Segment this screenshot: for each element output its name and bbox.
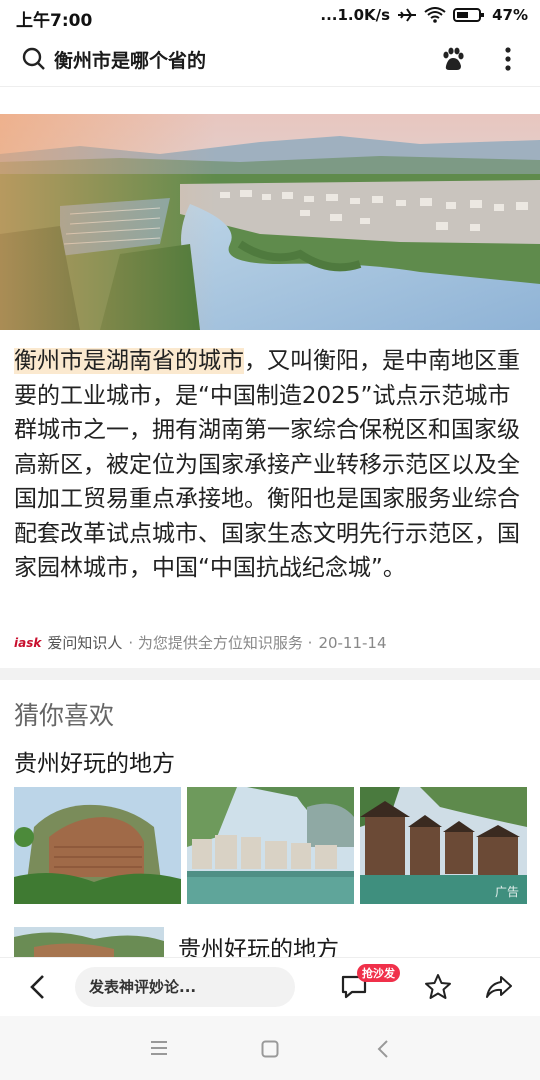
hero-image bbox=[0, 114, 540, 330]
search-input[interactable]: 衡州市是哪个省的 bbox=[54, 46, 206, 73]
ad-tag: 广告 bbox=[494, 885, 519, 899]
answer-body: ，又叫衡阳，是中南地区重要的工业城市，是“中国制造2025”试点示范城市群城市之… bbox=[14, 348, 520, 581]
thumbnail-3[interactable]: 广告 bbox=[360, 787, 527, 904]
search-icon[interactable] bbox=[22, 47, 46, 75]
search-bar[interactable]: 衡州市是哪个省的 bbox=[0, 34, 540, 87]
share-icon[interactable] bbox=[485, 973, 513, 1005]
thumbnail-2[interactable] bbox=[187, 787, 354, 904]
bottom-action-bar: 发表神评妙论... 抢沙发 bbox=[0, 957, 540, 1016]
answer-highlight: 衡州市是湖南省的城市 bbox=[14, 348, 244, 374]
source-line: iask 爱问知识人 · 为您提供全方位知识服务 · 20-11-14 bbox=[14, 632, 387, 653]
hot-badge: 抢沙发 bbox=[357, 964, 400, 982]
airplane-icon bbox=[397, 7, 417, 23]
favorite-star-icon[interactable] bbox=[424, 973, 452, 1005]
battery-icon bbox=[453, 7, 485, 23]
home-icon[interactable] bbox=[261, 1040, 279, 1062]
answer-text: 衡州市是湖南省的城市，又叫衡阳，是中南地区重要的工业城市，是“中国制造2025”… bbox=[14, 344, 528, 586]
baidu-paw-icon[interactable] bbox=[440, 46, 466, 76]
system-back-icon[interactable] bbox=[376, 1040, 390, 1062]
section-divider bbox=[0, 668, 540, 680]
recent-apps-icon[interactable] bbox=[150, 1040, 168, 1060]
status-icons: ...1.0K/s 47% bbox=[320, 6, 528, 24]
recommend-card-title[interactable]: 贵州好玩的地方 bbox=[14, 744, 175, 778]
status-time: 上午7:00 bbox=[16, 11, 93, 31]
back-arrow-icon[interactable] bbox=[28, 974, 48, 1004]
battery-level: 47% bbox=[492, 6, 528, 24]
wifi-icon bbox=[424, 7, 446, 23]
status-bar: 上午7:00 ...1.0K/s 47% bbox=[0, 0, 540, 34]
network-speed: ...1.0K/s bbox=[320, 6, 391, 24]
system-nav-bar bbox=[0, 1016, 540, 1080]
comment-input[interactable]: 发表神评妙论... bbox=[75, 967, 295, 1007]
iask-logo: iask bbox=[14, 635, 42, 650]
source-author[interactable]: 爱问知识人 bbox=[47, 632, 122, 653]
source-description: · 为您提供全方位知识服务 · bbox=[128, 634, 313, 652]
thumbnail-1[interactable] bbox=[14, 787, 181, 904]
source-date: 20-11-14 bbox=[318, 633, 387, 652]
recommend-heading: 猜你喜欢 bbox=[14, 701, 115, 730]
more-options-icon[interactable] bbox=[496, 46, 520, 76]
